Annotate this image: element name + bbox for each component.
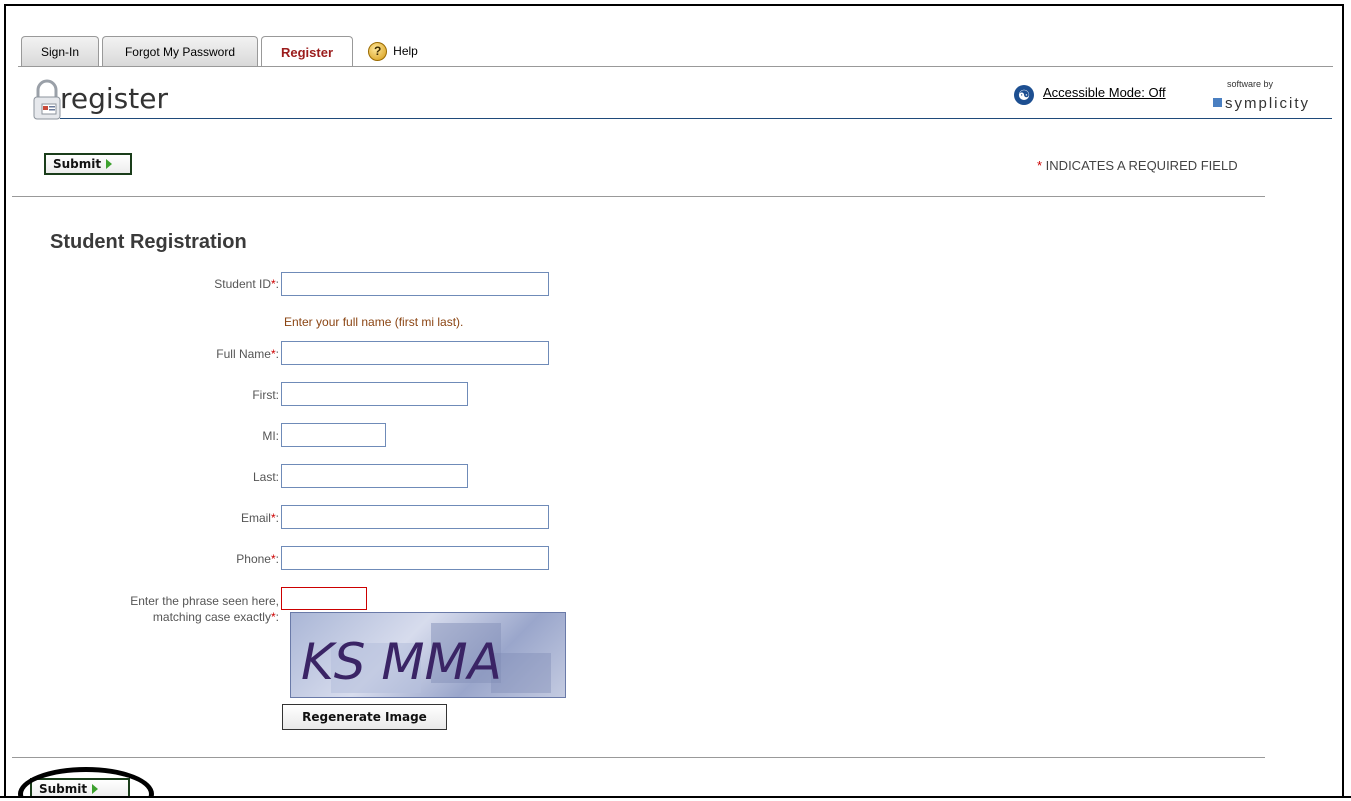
regenerate-image-button[interactable]: Regenerate Image <box>282 704 447 730</box>
captcha-text: KS MMA <box>301 633 502 691</box>
last-name-input[interactable] <box>281 464 468 488</box>
tab-register[interactable]: Register <box>261 36 353 67</box>
captcha-label: Enter the phrase seen here, matching cas… <box>130 593 279 625</box>
page-frame: Sign-In Forgot My Password Register ? He… <box>4 4 1344 798</box>
required-field-note: * INDICATES A REQUIRED FIELD <box>1037 158 1238 173</box>
tab-sign-in[interactable]: Sign-In <box>21 36 99 66</box>
tab-forgot-password-label: Forgot My Password <box>124 44 236 59</box>
section-title: Student Registration <box>50 231 247 253</box>
symplicity-logo: symplicity <box>1213 95 1310 112</box>
tab-forgot-password[interactable]: Forgot My Password <box>102 36 258 66</box>
label-colon: : <box>275 552 279 566</box>
header-rule <box>60 118 1332 119</box>
label-colon: : <box>275 511 279 525</box>
student-id-label: Student ID*: <box>214 277 279 291</box>
captcha-input[interactable] <box>281 587 367 610</box>
label-colon: : <box>275 277 279 291</box>
first-name-label: First: <box>252 388 279 402</box>
page-title: register <box>60 82 168 115</box>
student-id-label-text: Student ID <box>214 277 271 291</box>
page-bottom-border <box>0 796 1351 798</box>
middle-initial-label: MI: <box>262 429 279 443</box>
captcha-graphic: KS MMA <box>301 623 551 693</box>
submit-button-top-label: Submit <box>53 157 102 171</box>
captcha-label-line2: matching case exactly*: <box>130 609 279 625</box>
captcha-label-line1: Enter the phrase seen here, <box>130 594 279 608</box>
highlight-annotation <box>18 767 154 798</box>
captcha-label-line2-text: matching case exactly <box>152 610 271 624</box>
vendor-prefix: software by <box>1227 79 1274 89</box>
accessible-mode-link[interactable]: Accessible Mode: Off <box>1043 85 1166 100</box>
label-colon: : <box>275 347 279 361</box>
full-name-label: Full Name*: <box>216 347 279 361</box>
tab-help[interactable]: ? Help <box>362 36 424 66</box>
tab-help-label: Help <box>393 44 418 58</box>
accessibility-icon[interactable]: ☯ <box>1014 85 1034 105</box>
tab-underline <box>18 66 1333 67</box>
submit-button-top[interactable]: Submit <box>44 153 132 175</box>
first-name-input[interactable] <box>281 382 468 406</box>
captcha-image: KS MMA <box>290 612 566 698</box>
phone-label: Phone*: <box>236 552 279 566</box>
divider-bottom <box>12 757 1265 758</box>
required-note-text: INDICATES A REQUIRED FIELD <box>1042 158 1238 173</box>
label-colon: : <box>275 610 279 624</box>
email-label: Email*: <box>241 511 279 525</box>
phone-label-text: Phone <box>236 552 271 566</box>
symplicity-logo-icon <box>1213 98 1222 107</box>
tab-register-label: Register <box>280 44 334 60</box>
phone-input[interactable] <box>281 546 549 570</box>
full-name-label-text: Full Name <box>216 347 271 361</box>
student-id-input[interactable] <box>281 272 549 296</box>
lock-icon <box>33 79 61 120</box>
vendor-name: symplicity <box>1225 95 1311 112</box>
email-label-text: Email <box>240 511 271 525</box>
middle-initial-input[interactable] <box>281 423 386 447</box>
email-input[interactable] <box>281 505 549 529</box>
tab-sign-in-label: Sign-In <box>40 44 80 59</box>
divider-top <box>12 196 1265 197</box>
full-name-input[interactable] <box>281 341 549 365</box>
help-icon: ? <box>368 41 388 61</box>
play-arrow-icon <box>106 159 113 169</box>
last-name-label: Last: <box>252 470 279 484</box>
full-name-hint: Enter your full name (first mi last). <box>284 315 464 329</box>
